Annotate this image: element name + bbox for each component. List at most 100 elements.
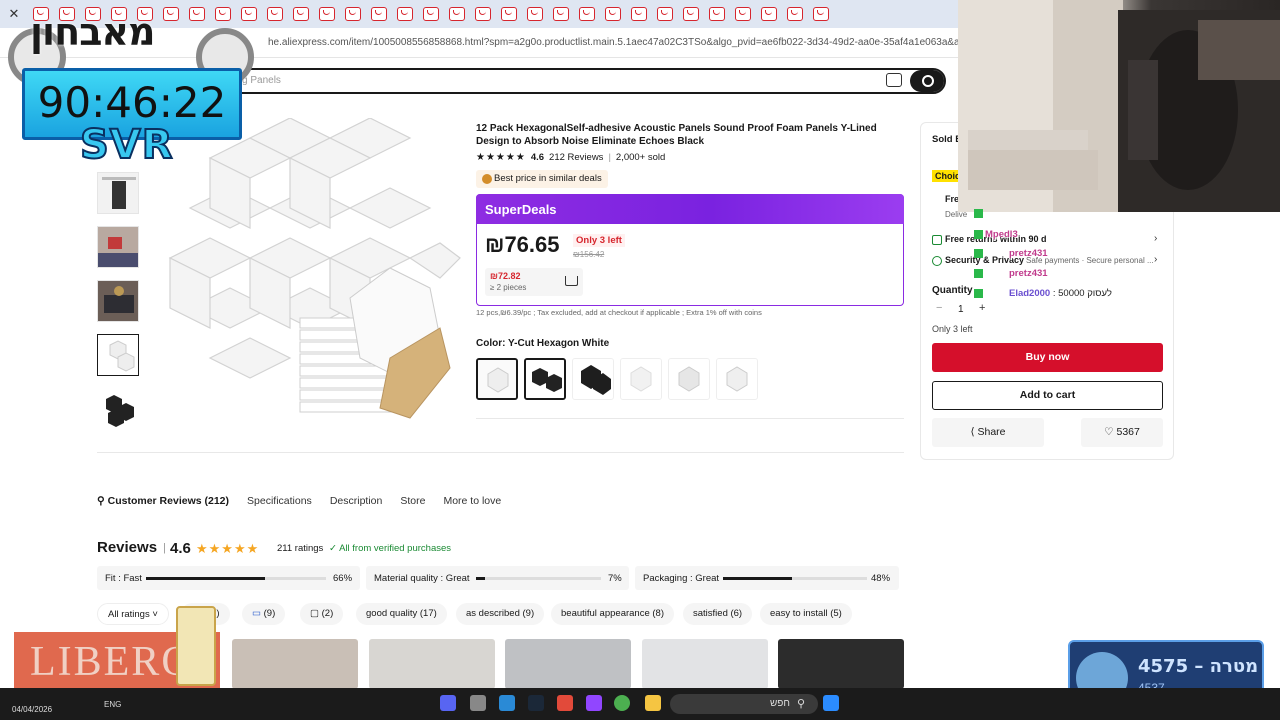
filter-local[interactable]: ▭ (9) (242, 603, 286, 625)
add-to-cart-button[interactable]: Add to cart (932, 381, 1163, 410)
review-photo[interactable] (778, 639, 904, 689)
share-button[interactable]: ⟨ Share (932, 418, 1044, 447)
color-swatch[interactable] (572, 358, 614, 400)
attribute-percent: 66% (333, 573, 353, 584)
chrome-icon[interactable] (614, 695, 630, 711)
tax-note: 12 pcs,₪6.39/pc ; Tax excluded, add at c… (476, 308, 762, 317)
aliexpress-tab-icon[interactable] (813, 7, 829, 21)
bulk-price: ₪72.82 (490, 271, 521, 281)
tab-customer-reviews[interactable]: ⚲ Customer Reviews (212) (97, 495, 229, 507)
color-swatch[interactable] (524, 358, 566, 400)
search-input[interactable] (200, 68, 946, 94)
chevron-right-icon[interactable]: › (1154, 254, 1157, 265)
review-photo[interactable] (505, 639, 631, 689)
aliexpress-tab-icon[interactable] (319, 7, 335, 21)
camera-search-icon[interactable] (886, 73, 902, 87)
filter-chip[interactable]: satisfied (6) (683, 603, 753, 625)
attribute-label: Packaging : Great (643, 573, 720, 584)
color-swatch[interactable] (620, 358, 662, 400)
steam-icon[interactable] (528, 695, 544, 711)
aliexpress-tab-icon[interactable] (293, 7, 309, 21)
filter-chip[interactable]: easy to install (5) (760, 603, 852, 625)
filter-chip[interactable]: as described (9) (456, 603, 545, 625)
aliexpress-tab-icon[interactable] (449, 7, 465, 21)
aliexpress-tab-icon[interactable] (397, 7, 413, 21)
verified-label: All from verified purchases (339, 543, 452, 554)
review-photo[interactable] (642, 639, 768, 689)
aliexpress-tab-icon[interactable] (345, 7, 361, 21)
review-photo[interactable] (369, 639, 495, 689)
aliexpress-tab-icon[interactable] (475, 7, 491, 21)
aliexpress-tab-icon[interactable] (371, 7, 387, 21)
aliexpress-tab-icon[interactable] (215, 7, 231, 21)
chat-badge-icon (974, 248, 983, 258)
close-tab-icon[interactable]: ✕ (0, 6, 28, 22)
aliexpress-tab-icon[interactable] (527, 7, 543, 21)
chevron-right-icon[interactable]: › (1154, 233, 1157, 244)
taskbar-language[interactable]: ENG (104, 700, 121, 709)
product-thumbnail[interactable] (97, 388, 139, 430)
color-swatch-selected[interactable] (476, 358, 518, 400)
quantity-value[interactable]: 1 (958, 304, 964, 315)
pin-icon: ⚲ (97, 495, 105, 507)
buy-now-button[interactable]: Buy now (932, 343, 1163, 372)
app-icon[interactable] (557, 695, 573, 711)
taskbar-date: 04/04/2026 (12, 705, 53, 714)
aliexpress-tab-icon[interactable] (683, 7, 699, 21)
filter-chip[interactable]: beautiful appearance (8) (551, 603, 674, 625)
add-cart-icon[interactable] (565, 276, 578, 286)
windows-start-icon[interactable] (823, 695, 839, 711)
chat-user: Elad2000 (1009, 288, 1051, 299)
share-label: Share (977, 426, 1006, 438)
discord-icon[interactable] (440, 695, 456, 711)
tab-description[interactable]: Description (330, 495, 383, 507)
reviews-link[interactable]: 212 Reviews (549, 152, 603, 163)
product-thumbnail[interactable] (97, 172, 139, 214)
review-photo[interactable] (232, 639, 358, 689)
aliexpress-tab-icon[interactable] (163, 7, 179, 21)
wishlist-button[interactable]: ♡ 5367 (1081, 418, 1163, 447)
aliexpress-tab-icon[interactable] (267, 7, 283, 21)
aliexpress-tab-icon[interactable] (241, 7, 257, 21)
twitch-icon[interactable] (586, 695, 602, 711)
taskbar-search[interactable] (670, 694, 818, 714)
url-text[interactable]: he.aliexpress.com/item/1005008556858868.… (268, 37, 958, 48)
color-swatch[interactable] (668, 358, 710, 400)
tab-store[interactable]: Store (400, 495, 425, 507)
product-thumbnail-selected[interactable] (97, 334, 139, 376)
rating-stars-icon: ★★★★★ (196, 541, 260, 556)
rating-stars-icon: ★★★★★ (476, 152, 526, 163)
aliexpress-tab-icon[interactable] (709, 7, 725, 21)
tab-more-to-love[interactable]: More to love (443, 495, 501, 507)
quantity-decrease-button[interactable]: − (936, 302, 942, 314)
aliexpress-tab-icon[interactable] (761, 7, 777, 21)
quantity-increase-button[interactable]: + (979, 302, 985, 314)
product-thumbnail[interactable] (97, 226, 139, 268)
aliexpress-tab-icon[interactable] (735, 7, 751, 21)
bulk-quantity: ≥ 2 pieces (490, 283, 527, 292)
folder-icon[interactable] (645, 695, 661, 711)
aliexpress-tab-icon[interactable] (605, 7, 621, 21)
search-button[interactable] (910, 70, 944, 92)
attribute-percent: 7% (608, 573, 622, 584)
notepad-icon[interactable] (499, 695, 515, 711)
aliexpress-tab-icon[interactable] (501, 7, 517, 21)
taskbar (0, 688, 1280, 720)
aliexpress-tab-icon[interactable] (423, 7, 439, 21)
chat-message: pretz431 (974, 248, 1048, 259)
aliexpress-tab-icon[interactable] (657, 7, 673, 21)
filter-chip[interactable]: good quality (17) (356, 603, 447, 625)
aliexpress-tab-icon[interactable] (189, 7, 205, 21)
aliexpress-tab-icon[interactable] (553, 7, 569, 21)
product-main-image[interactable] (150, 118, 470, 438)
attribute-percent: 48% (871, 573, 891, 584)
all-ratings-dropdown[interactable]: All ratings ˅ (97, 603, 169, 625)
color-swatch[interactable] (716, 358, 758, 400)
aliexpress-tab-icon[interactable] (579, 7, 595, 21)
aliexpress-tab-icon[interactable] (787, 7, 803, 21)
tab-specifications[interactable]: Specifications (247, 495, 312, 507)
calculator-icon[interactable] (470, 695, 486, 711)
aliexpress-tab-icon[interactable] (631, 7, 647, 21)
product-thumbnail[interactable] (97, 280, 139, 322)
filter-comments[interactable]: ▢ (2) (300, 603, 344, 625)
